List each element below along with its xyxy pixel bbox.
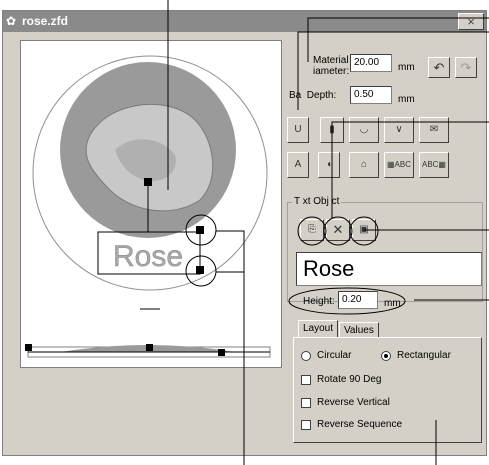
callout-lines [167,0,489,465]
